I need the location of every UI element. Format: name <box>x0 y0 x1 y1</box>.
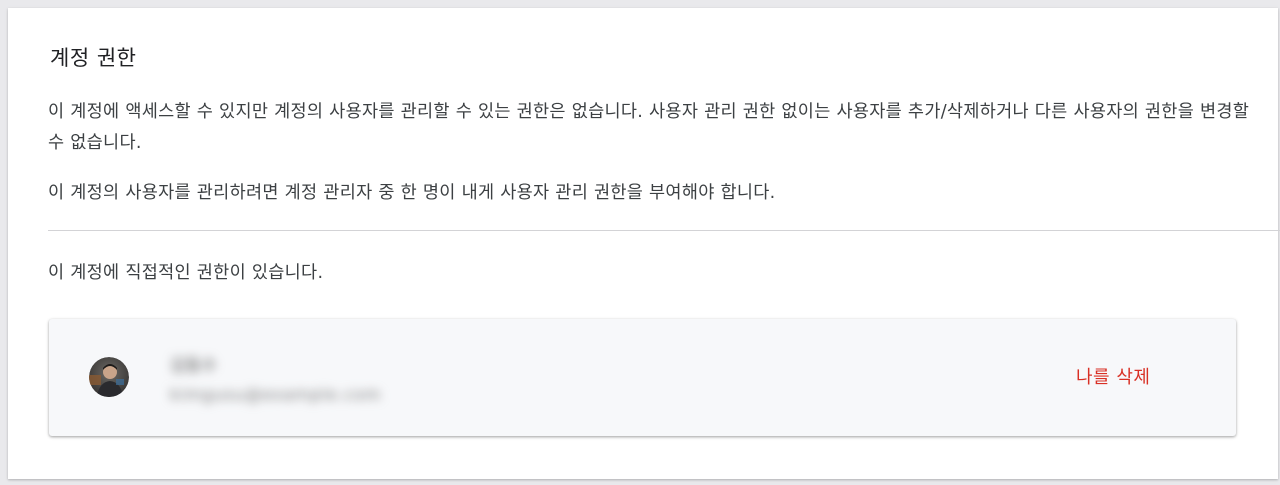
section-divider <box>48 230 1280 231</box>
account-permissions-panel: 계정 권한 이 계정에 액세스할 수 있지만 계정의 사용자를 관리할 수 있는… <box>8 8 1280 479</box>
direct-permission-text: 이 계정에 직접적인 권한이 있습니다. <box>48 263 324 283</box>
user-email: kimgusu@example.com <box>170 385 382 404</box>
remove-me-button[interactable]: 나를 삭제 <box>1076 363 1150 389</box>
user-card: 김동수 kimgusu@example.com 나를 삭제 <box>49 319 1236 436</box>
access-description: 이 계정에 액세스할 수 있지만 계정의 사용자를 관리할 수 있는 권한은 없… <box>48 102 1250 153</box>
avatar <box>89 357 129 397</box>
user-name: 김동수 <box>170 356 217 376</box>
manage-users-description: 이 계정의 사용자를 관리하려면 계정 관리자 중 한 명이 내게 사용자 관리… <box>48 183 776 203</box>
section-title: 계정 권한 <box>50 46 137 70</box>
